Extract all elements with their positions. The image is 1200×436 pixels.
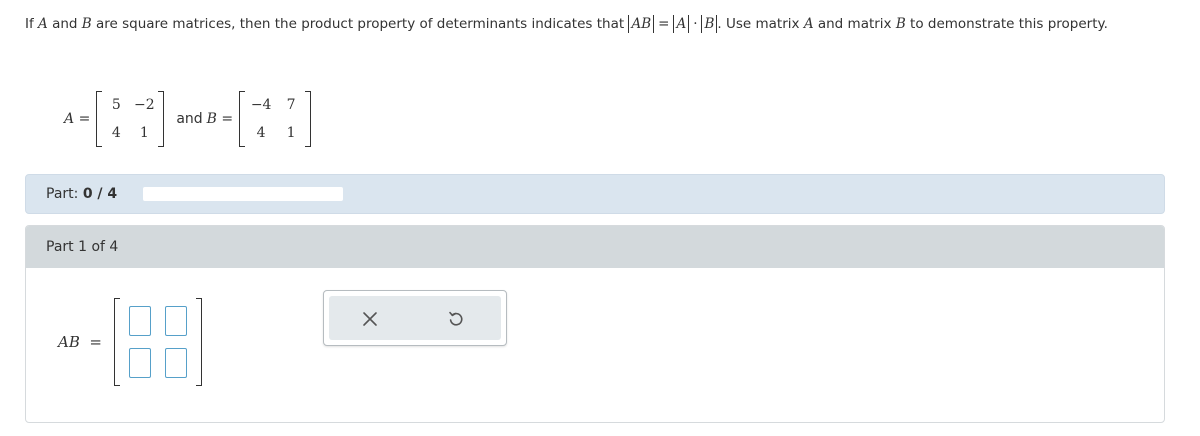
matrix-a-cell: 1 xyxy=(139,125,149,141)
problem-statement: If A and B are square matrices, then the… xyxy=(25,12,1155,36)
part-progress: Part: 0 / 4 xyxy=(25,174,1165,214)
answer-row: AB = xyxy=(58,298,202,386)
problem-text: and xyxy=(47,16,82,32)
progress-track xyxy=(143,187,343,201)
matrix-a-cell: −2 xyxy=(133,97,155,113)
matrix-a: 5 −2 4 1 xyxy=(96,91,165,147)
matrix-b-cell: 7 xyxy=(286,97,296,113)
det-b: B xyxy=(701,15,718,33)
matrix-b-cell: 1 xyxy=(286,125,296,141)
var-b: B xyxy=(81,16,92,32)
tools-tray xyxy=(329,296,501,340)
matrix-a-cell: 4 xyxy=(111,125,121,141)
part-title: Part 1 of 4 xyxy=(46,239,119,255)
det-ab: AB xyxy=(628,15,655,33)
matrix-b-label: B = xyxy=(206,111,234,127)
problem-text: to demonstrate this property. xyxy=(905,16,1108,32)
problem-text: . Use matrix xyxy=(717,16,804,32)
matrix-b: −4 7 4 1 xyxy=(239,91,312,147)
and-text: and xyxy=(176,111,203,127)
var-a: A xyxy=(803,16,814,32)
answer-tools xyxy=(323,290,507,346)
undo-button[interactable] xyxy=(441,304,471,334)
answer-label: AB = xyxy=(58,333,102,351)
clear-button[interactable] xyxy=(355,304,385,334)
progress-value: 0 / 4 xyxy=(82,186,118,202)
equals-sign: = xyxy=(658,16,670,32)
matrix-b-cell: 4 xyxy=(256,125,266,141)
undo-icon xyxy=(449,311,463,326)
answer-input-r2c1[interactable] xyxy=(128,348,151,378)
close-icon xyxy=(363,312,377,326)
problem-text: and matrix xyxy=(813,16,896,32)
matrix-a-label: A = xyxy=(64,111,91,127)
part-header: Part 1 of 4 xyxy=(26,226,1164,268)
problem-text: are square matrices, then the product pr… xyxy=(91,16,629,32)
matrix-b-cell: −4 xyxy=(250,97,272,113)
part-panel: Part 1 of 4 AB = xyxy=(25,225,1165,423)
answer-input-r1c1[interactable] xyxy=(128,306,151,336)
dot-operator: · xyxy=(693,16,698,32)
answer-matrix xyxy=(113,298,202,386)
var-a: A xyxy=(38,16,48,32)
problem-text: If xyxy=(25,16,39,32)
var-b: B xyxy=(895,16,906,32)
progress-label-text: Part: xyxy=(46,186,79,202)
det-a: A xyxy=(673,15,690,33)
answer-input-r1c2[interactable] xyxy=(164,306,187,336)
matrix-a-cell: 5 xyxy=(111,97,121,113)
progress-label: Part: 0 / 4 xyxy=(46,186,117,202)
given-matrices: A = 5 −2 4 1 and B = −4 7 4 1 xyxy=(64,88,317,150)
answer-input-r2c2[interactable] xyxy=(164,348,187,378)
